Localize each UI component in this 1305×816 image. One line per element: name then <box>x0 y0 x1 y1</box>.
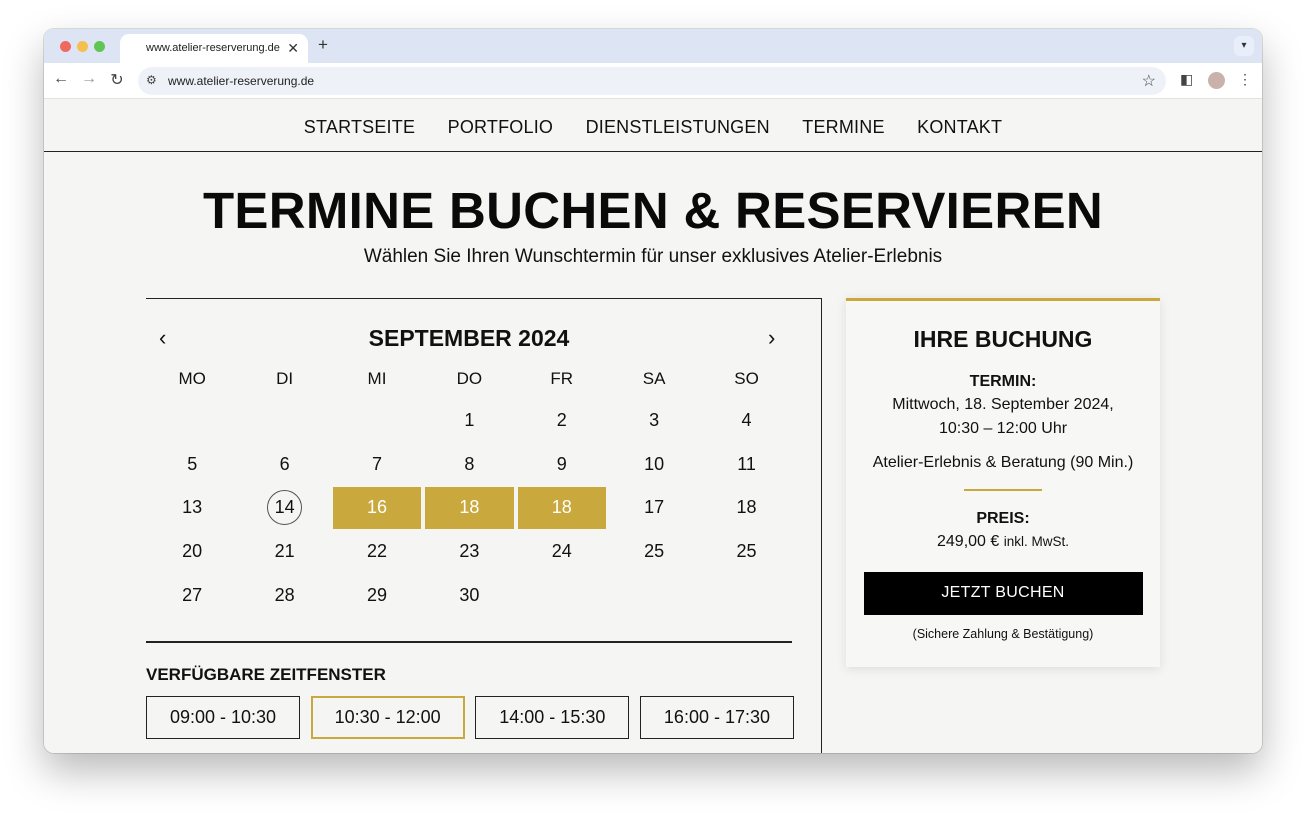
weekday-header: DO <box>456 369 483 388</box>
price-value: 249,00 € inkl. MwSt. <box>846 530 1160 554</box>
tab-strip: www.atelier-reserverung.de ✕ + ▾ <box>44 29 1262 63</box>
weekday-header: DI <box>276 369 294 388</box>
nav-item-kontakt[interactable]: KONTAKT <box>917 117 1002 138</box>
time-slots-title: VERFÜGBARE ZEITFENSTER <box>146 665 386 684</box>
zoom-window-button[interactable] <box>94 41 105 52</box>
price-label: PREIS: <box>976 509 1030 527</box>
calendar-day-selected[interactable]: 18 <box>517 487 606 529</box>
calendar-day-today[interactable]: 14 <box>238 486 330 530</box>
calendar-empty-cell <box>146 399 238 443</box>
calendar-day[interactable]: 23 <box>423 530 515 574</box>
calendar-day[interactable]: 25 <box>700 530 792 574</box>
menu-icon[interactable]: ⋮ <box>1238 71 1252 88</box>
browser-toolbar: ← → ↻ ⚙ www.atelier-reserverung.de ☆ ◧ ⋮ <box>44 63 1262 99</box>
back-icon[interactable]: ← <box>51 70 71 88</box>
calendar-day[interactable]: 18 <box>700 486 792 530</box>
calendar: ‹ › SEPTEMBER 2024 MO DI MI DO FR SA SO 1 2 3 4 5 6 7… <box>146 298 822 753</box>
close-window-button[interactable] <box>60 41 71 52</box>
page-subtitle: Wählen Sie Ihren Wunschtermin für unser … <box>363 246 943 267</box>
browser-window: www.atelier-reserverung.de ✕ + ▾ ← → ↻ ⚙… <box>44 29 1262 753</box>
calendar-grid: MO DI MI DO FR SA SO 1 2 3 4 5 6 7 8 9 10 11 13 14 16 18 18 17 1… <box>146 359 792 617</box>
calendar-day[interactable]: 10 <box>608 443 700 487</box>
booking-summary-card: IHRE BUCHUNG TERMIN: Mittwoch, 18. Septe… <box>846 298 1160 667</box>
calendar-day-selected[interactable]: 18 <box>425 487 514 529</box>
booking-title: IHRE BUCHUNG <box>913 326 1093 352</box>
nav-item-dienstleistungen[interactable]: DIENSTLEISTUNGEN <box>586 117 770 138</box>
address-bar[interactable]: ⚙ www.atelier-reserverung.de ☆ <box>138 67 1166 95</box>
nav-item-termine[interactable]: TERMINE <box>802 117 884 138</box>
time-slot[interactable]: 16:00 - 17:30 <box>639 696 794 739</box>
calendar-day[interactable]: 11 <box>700 443 792 487</box>
new-tab-button[interactable]: + <box>318 35 328 55</box>
calendar-empty-cell <box>608 573 700 617</box>
calendar-day[interactable]: 22 <box>331 530 423 574</box>
calendar-day[interactable]: 20 <box>146 530 238 574</box>
price-tax-note: inkl. MwSt. <box>1003 533 1069 549</box>
card-divider <box>964 489 1042 491</box>
service-description: Atelier-Erlebnis & Beratung (90 Min.) <box>872 454 1134 471</box>
weekday-header: SO <box>734 369 759 388</box>
bookmark-star-icon[interactable]: ☆ <box>1142 71 1156 91</box>
calendar-day[interactable]: 2 <box>516 399 608 443</box>
calendar-day[interactable]: 25 <box>608 530 700 574</box>
payment-note: (Sichere Zahlung & Bestätigung) <box>912 626 1094 641</box>
time-slot[interactable]: 09:00 - 10:30 <box>146 696 300 739</box>
calendar-day[interactable]: 28 <box>238 573 330 617</box>
calendar-day[interactable]: 21 <box>238 530 330 574</box>
calendar-empty-cell <box>331 399 423 443</box>
termin-time: 10:30 – 12:00 Uhr <box>938 420 1068 437</box>
calendar-day-selected[interactable]: 16 <box>332 487 422 529</box>
calendar-day[interactable]: 30 <box>423 573 515 617</box>
site-info-icon[interactable]: ⚙ <box>146 73 157 87</box>
profile-avatar[interactable] <box>1208 72 1225 89</box>
weekday-header: SA <box>642 369 666 388</box>
book-now-button[interactable]: JETZT BUCHEN <box>863 571 1143 615</box>
calendar-day[interactable]: 3 <box>608 399 700 443</box>
web-page: STARTSEITE PORTFOLIO DIENSTLEISTUNGEN TE… <box>44 100 1262 753</box>
calendar-empty-cell <box>516 573 608 617</box>
main-navigation: STARTSEITE PORTFOLIO DIENSTLEISTUNGEN TE… <box>44 100 1262 152</box>
weekday-header: FR <box>550 369 574 388</box>
page-title: TERMINE BUCHEN & RESERVIEREN <box>202 182 1104 239</box>
calendar-month-title: SEPTEMBER 2024 <box>368 325 570 351</box>
time-slot[interactable]: 14:00 - 15:30 <box>475 696 630 739</box>
price-amount: 249,00 € <box>937 532 1000 550</box>
calendar-empty-cell <box>700 573 792 617</box>
time-slot-selected[interactable]: 10:30 - 12:00 <box>310 696 465 739</box>
time-slots: 09:00 - 10:30 10:30 - 12:00 14:00 - 15:30 1… <box>146 696 794 739</box>
weekday-header: MO <box>178 369 206 388</box>
calendar-empty-cell <box>238 399 330 443</box>
weekday-header: MI <box>367 369 387 388</box>
reload-icon[interactable]: ↻ <box>107 70 127 90</box>
browser-tab[interactable]: www.atelier-reserverung.de ✕ <box>120 34 308 63</box>
termin-label: TERMIN: <box>969 373 1037 390</box>
calendar-day[interactable]: 9 <box>516 443 608 487</box>
calendar-day[interactable]: 1 <box>423 399 515 443</box>
calendar-day[interactable]: 13 <box>146 486 238 530</box>
url-text[interactable]: www.atelier-reserverung.de <box>168 74 314 88</box>
calendar-day[interactable]: 17 <box>608 486 700 530</box>
side-panel-icon[interactable]: ◧ <box>1180 71 1193 88</box>
calendar-day[interactable]: 7 <box>331 443 423 487</box>
calendar-day[interactable]: 6 <box>238 443 330 487</box>
calendar-day[interactable]: 5 <box>146 443 238 487</box>
minimize-window-button[interactable] <box>77 41 88 52</box>
calendar-day[interactable]: 29 <box>331 573 423 617</box>
nav-item-portfolio[interactable]: PORTFOLIO <box>448 117 554 138</box>
calendar-day[interactable]: 8 <box>423 443 515 487</box>
tab-close-icon[interactable]: ✕ <box>287 40 299 57</box>
termin-date: Mittwoch, 18. September 2024, <box>892 396 1114 413</box>
today-marker: 14 <box>267 490 303 526</box>
nav-item-startseite[interactable]: STARTSEITE <box>304 117 415 138</box>
calendar-day[interactable]: 4 <box>700 399 792 443</box>
tab-title: www.atelier-reserverung.de <box>146 42 280 54</box>
calendar-divider <box>146 641 792 643</box>
calendar-day[interactable]: 27 <box>146 573 238 617</box>
calendar-day[interactable]: 24 <box>516 530 608 574</box>
forward-icon[interactable]: → <box>79 70 99 88</box>
tab-search-icon[interactable]: ▾ <box>1234 36 1254 56</box>
